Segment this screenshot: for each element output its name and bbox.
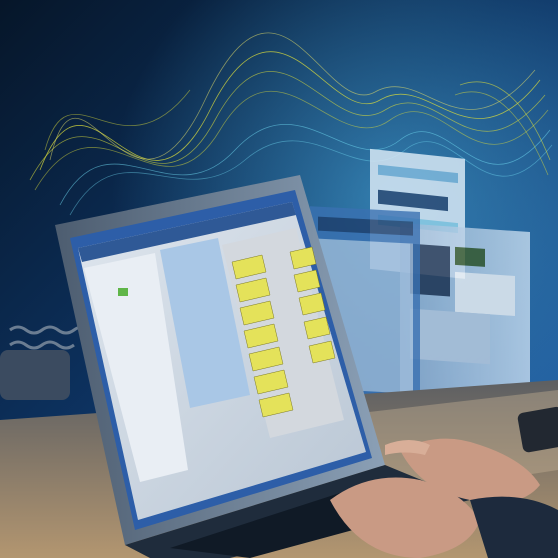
- telephone: [0, 350, 70, 400]
- photo-scene: [0, 0, 558, 558]
- green-indicator: [118, 288, 128, 296]
- laptop-software-photo: [0, 0, 558, 558]
- smartphone: [517, 406, 558, 453]
